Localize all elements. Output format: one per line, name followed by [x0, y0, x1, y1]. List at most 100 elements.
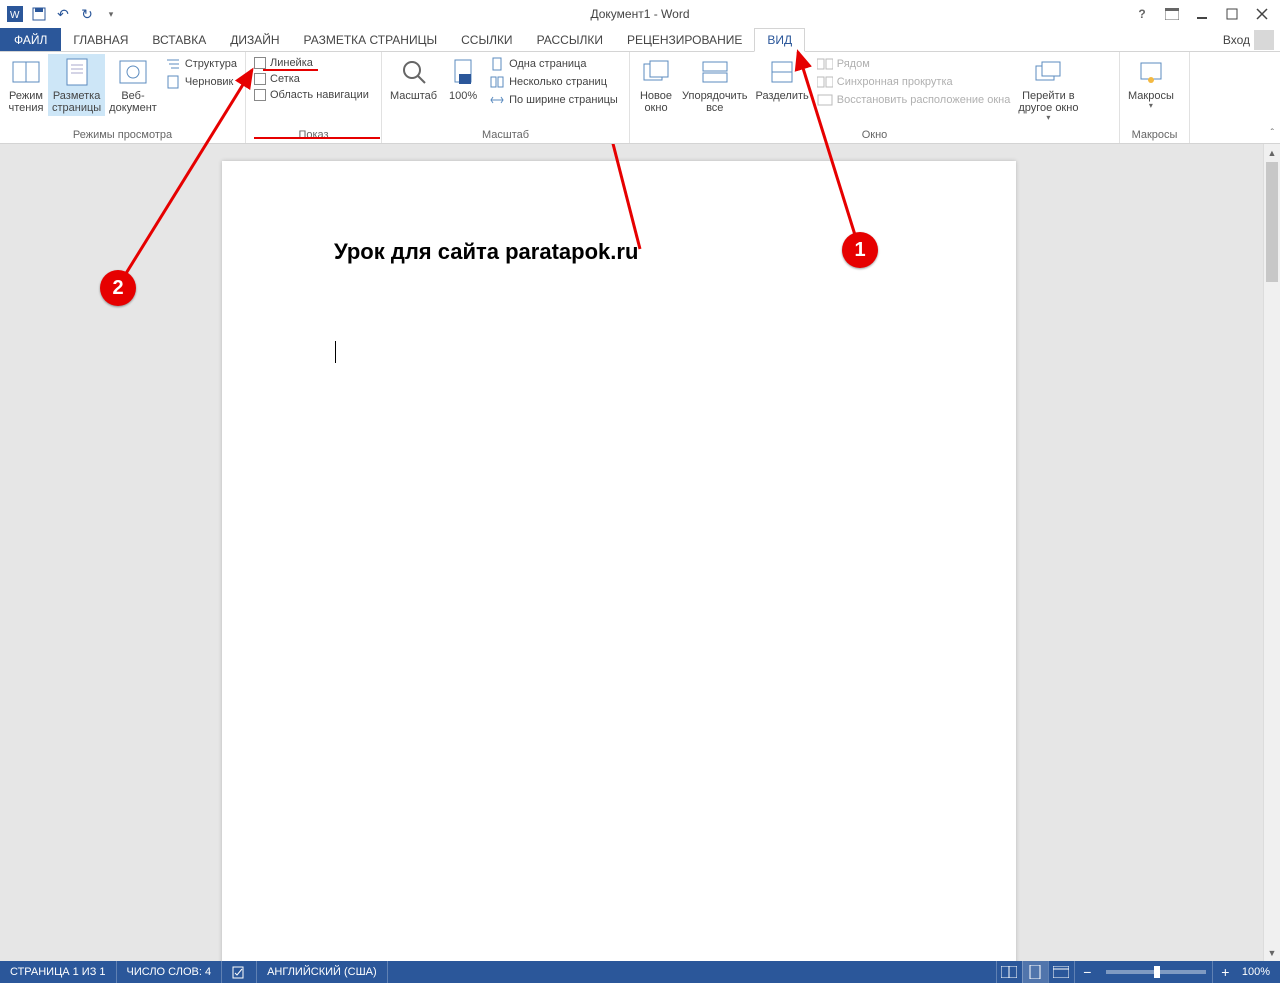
read-mode-icon	[10, 56, 42, 88]
proofing-icon	[232, 965, 246, 979]
group-show: Линейка Сетка Область навигации Показ	[246, 52, 382, 143]
tab-file[interactable]: ФАЙЛ	[0, 28, 61, 51]
zoom-in-button[interactable]: +	[1212, 961, 1238, 983]
zoom-icon	[398, 56, 430, 88]
zoom-out-button[interactable]: −	[1074, 961, 1100, 983]
document-workspace[interactable]: Урок для сайта paratapok.ru ▲ ▼	[0, 144, 1280, 961]
tab-insert[interactable]: ВСТАВКА	[140, 28, 218, 51]
one-page-icon	[489, 56, 505, 72]
draft-button[interactable]: Черновик	[165, 74, 237, 90]
ribbon-display-options-icon[interactable]	[1162, 4, 1182, 24]
maximize-icon[interactable]	[1222, 4, 1242, 24]
new-window-button[interactable]: Новое окно	[634, 54, 678, 116]
ruler-checkbox[interactable]: Линейка	[254, 56, 369, 70]
tab-review[interactable]: РЕЦЕНЗИРОВАНИЕ	[615, 28, 754, 51]
qat-customize-icon[interactable]: ▾	[102, 5, 120, 23]
page-width-icon	[489, 92, 505, 108]
redo-icon[interactable]: ↻	[78, 5, 96, 23]
minimize-icon[interactable]	[1192, 4, 1212, 24]
split-button[interactable]: Разделить	[751, 54, 812, 104]
close-icon[interactable]	[1252, 4, 1272, 24]
read-mode-button[interactable]: Режим чтения	[4, 54, 48, 116]
navigation-pane-checkbox[interactable]: Область навигации	[254, 88, 369, 102]
outline-button[interactable]: Структура	[165, 56, 237, 72]
zoom-slider[interactable]	[1106, 970, 1206, 974]
arrange-all-button[interactable]: Упорядочить все	[678, 54, 751, 116]
web-layout-button[interactable]: Веб- документ	[105, 54, 161, 116]
sign-in-label: Вход	[1223, 33, 1250, 47]
annotation-badge-1: 1	[842, 232, 878, 268]
document-heading: Урок для сайта paratapok.ru	[334, 239, 638, 265]
zoom-button[interactable]: Масштаб	[386, 54, 441, 104]
tab-design[interactable]: ДИЗАЙН	[218, 28, 291, 51]
scroll-thumb[interactable]	[1266, 162, 1278, 282]
print-layout-button[interactable]: Разметка страницы	[48, 54, 105, 116]
multi-page-button[interactable]: Несколько страниц	[489, 74, 618, 90]
tab-references[interactable]: ССЫЛКИ	[449, 28, 524, 51]
zoom-100-label: 100%	[449, 90, 477, 102]
sync-scroll-button: Синхронная прокрутка	[817, 74, 1011, 90]
web-layout-label: Веб- документ	[109, 90, 157, 114]
window-title: Документ1 - Word	[0, 7, 1280, 21]
status-word-count[interactable]: ЧИСЛО СЛОВ: 4	[117, 961, 223, 983]
status-web-layout-icon[interactable]	[1048, 961, 1074, 983]
sign-in[interactable]: Вход	[1223, 28, 1280, 51]
reset-window-label: Восстановить расположение окна	[837, 94, 1011, 106]
annotation-badge-2: 2	[100, 270, 136, 306]
zoom-percent[interactable]: 100%	[1238, 966, 1280, 978]
draft-label: Черновик	[185, 76, 234, 88]
tab-view[interactable]: ВИД	[754, 28, 805, 52]
zoom-slider-knob[interactable]	[1154, 966, 1160, 978]
split-icon	[766, 56, 798, 88]
side-by-side-label: Рядом	[837, 58, 870, 70]
avatar-icon	[1254, 30, 1274, 50]
switch-windows-button[interactable]: Перейти в другое окно ▾	[1014, 54, 1082, 125]
collapse-ribbon-icon[interactable]: ˆ	[1271, 128, 1274, 139]
tab-page-layout[interactable]: РАЗМЕТКА СТРАНИЦЫ	[292, 28, 450, 51]
group-zoom: Масштаб 100% Одна страница Несколько стр…	[382, 52, 630, 143]
help-icon[interactable]: ?	[1132, 4, 1152, 24]
macros-button[interactable]: Макросы ▾	[1124, 54, 1178, 113]
document-page[interactable]: Урок для сайта paratapok.ru	[222, 161, 1016, 961]
vertical-scrollbar[interactable]: ▲ ▼	[1263, 144, 1280, 961]
zoom-100-icon	[447, 56, 479, 88]
group-macros-label: Макросы	[1124, 127, 1185, 143]
status-print-layout-icon[interactable]	[1022, 961, 1048, 983]
draft-icon	[165, 74, 181, 90]
status-language[interactable]: АНГЛИЙСКИЙ (США)	[257, 961, 388, 983]
gridlines-checkbox[interactable]: Сетка	[254, 72, 369, 86]
outline-label: Структура	[185, 58, 237, 70]
ribbon-tabs: ФАЙЛ ГЛАВНАЯ ВСТАВКА ДИЗАЙН РАЗМЕТКА СТР…	[0, 28, 1280, 52]
multi-page-icon	[489, 74, 505, 90]
dropdown-caret-icon: ▾	[1149, 102, 1153, 111]
status-read-mode-icon[interactable]	[996, 961, 1022, 983]
new-window-icon	[640, 56, 672, 88]
one-page-button[interactable]: Одна страница	[489, 56, 618, 72]
page-width-button[interactable]: По ширине страницы	[489, 92, 618, 108]
group-window-label: Окно	[634, 127, 1115, 143]
group-macros: Макросы ▾ Макросы	[1120, 52, 1190, 143]
checkbox-icon	[254, 73, 266, 85]
checkbox-icon	[254, 57, 266, 69]
save-icon[interactable]	[30, 5, 48, 23]
tab-mailings[interactable]: РАССЫЛКИ	[525, 28, 615, 51]
print-layout-icon	[61, 56, 93, 88]
group-window: Новое окно Упорядочить все Разделить Ряд…	[630, 52, 1120, 143]
side-by-side-icon	[817, 56, 833, 72]
zoom-100-button[interactable]: 100%	[441, 54, 485, 104]
arrange-all-label: Упорядочить все	[682, 90, 747, 114]
macros-icon	[1135, 56, 1167, 88]
tab-home[interactable]: ГЛАВНАЯ	[61, 28, 140, 51]
ruler-label: Линейка	[270, 57, 313, 69]
group-show-label: Показ	[250, 127, 377, 143]
split-label: Разделить	[755, 90, 808, 102]
web-layout-icon	[117, 56, 149, 88]
view-side-by-side-button: Рядом	[817, 56, 1011, 72]
title-bar: W ↶ ↻ ▾ Документ1 - Word ?	[0, 0, 1280, 28]
scroll-up-icon[interactable]: ▲	[1264, 144, 1280, 161]
status-proofing[interactable]	[222, 961, 257, 983]
undo-icon[interactable]: ↶	[54, 5, 72, 23]
scroll-down-icon[interactable]: ▼	[1264, 944, 1280, 961]
switch-windows-icon	[1032, 56, 1064, 88]
status-page[interactable]: СТРАНИЦА 1 ИЗ 1	[0, 961, 117, 983]
